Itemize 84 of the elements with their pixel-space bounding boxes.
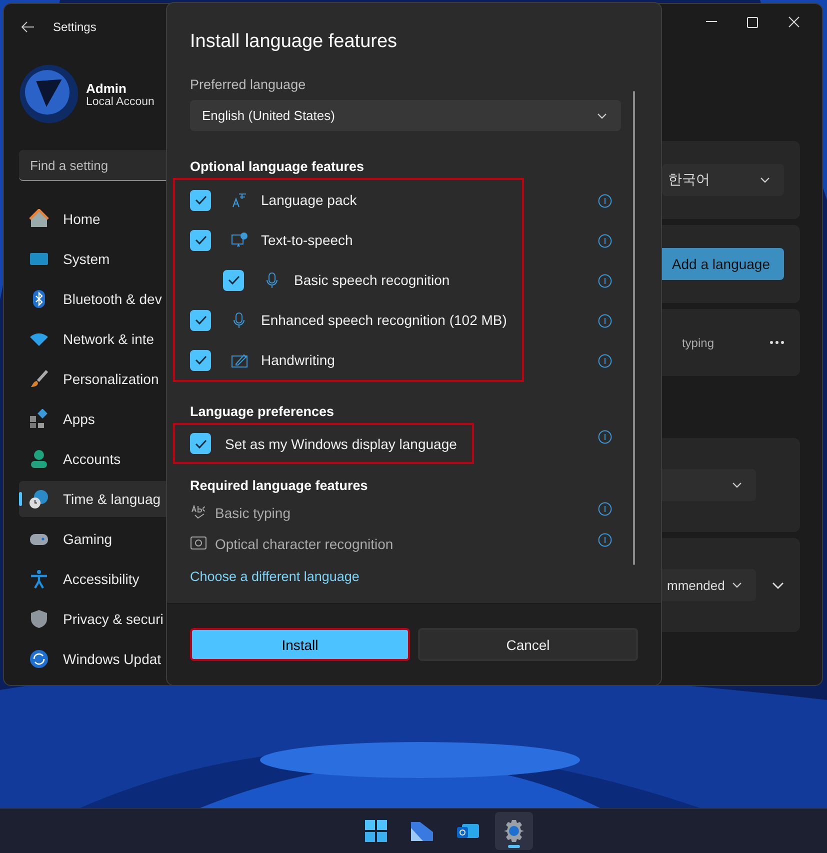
feature-label: Basic typing [215, 504, 290, 520]
section-heading: Optional language features [190, 159, 366, 174]
chevron-down-icon [597, 112, 607, 118]
expand-chevron-icon[interactable] [772, 582, 784, 588]
back-arrow-icon[interactable] [21, 21, 35, 33]
house-icon [29, 209, 49, 229]
nav-item[interactable]: Accessibility [19, 561, 167, 597]
chevron-down-icon [732, 582, 742, 588]
spell-check-icon [190, 505, 207, 520]
feature-label: Handwriting [261, 352, 335, 368]
feature-label: Text-to-speech [261, 232, 353, 248]
more-options-icon[interactable] [770, 341, 784, 344]
sync-icon [29, 649, 49, 669]
maximize-icon[interactable] [747, 16, 758, 28]
language-dropdown[interactable]: English (United States) [190, 100, 621, 131]
microphone-icon [233, 312, 245, 328]
info-icon[interactable] [598, 533, 612, 547]
info-icon[interactable] [598, 274, 612, 288]
scanner-icon [190, 536, 207, 551]
info-icon[interactable] [598, 502, 612, 516]
checkbox[interactable] [223, 270, 244, 290]
nav-item[interactable]: Time & languag [19, 481, 167, 517]
checkbox[interactable] [190, 190, 211, 210]
monitor-speaker-icon [230, 232, 248, 248]
dialog-title: Install language features [190, 31, 398, 53]
cancel-button[interactable]: Cancel [418, 628, 638, 661]
check-icon [194, 315, 206, 325]
minimize-icon[interactable] [706, 21, 717, 23]
nav-item[interactable]: Bluetooth & dev [19, 281, 167, 317]
feature-label: Basic speech recognition [294, 272, 450, 288]
nav-item[interactable]: Personalization [19, 361, 167, 397]
person-icon [29, 449, 49, 469]
chevron-down-icon [732, 482, 742, 488]
info-icon[interactable] [598, 354, 612, 368]
windows-logo-icon [364, 820, 386, 842]
check-icon [194, 195, 206, 205]
section-heading: Language preferences [190, 404, 336, 419]
pen-tablet-icon [230, 352, 248, 368]
microphone-icon [266, 272, 278, 288]
install-button[interactable]: Install [190, 628, 410, 661]
section-heading: Required language features [190, 478, 369, 493]
check-icon [194, 438, 206, 448]
nav-item[interactable]: Accounts [19, 441, 167, 477]
feature-label: Optical character recognition [215, 536, 394, 552]
user-name: Admin [86, 80, 128, 96]
field-label: Preferred language [190, 77, 307, 92]
info-icon[interactable] [598, 234, 612, 248]
nav-item[interactable]: Privacy & securi [19, 601, 167, 637]
nav-item[interactable]: System [19, 241, 167, 277]
check-icon [194, 355, 206, 365]
nav-item[interactable]: Windows Updat [19, 641, 167, 677]
feature-label: Language pack [261, 192, 357, 208]
nav-item[interactable]: Home [19, 201, 167, 237]
language-detail: typing [682, 336, 714, 350]
nav-item[interactable]: Apps [19, 401, 167, 437]
folder-icon [410, 820, 434, 842]
translate-icon [231, 192, 247, 208]
taskbar-icon[interactable] [494, 812, 532, 850]
account-type: Local Accoun [86, 96, 154, 108]
close-icon[interactable] [788, 16, 800, 28]
brush-icon [29, 369, 49, 389]
globe-clock-icon [29, 489, 49, 509]
check-icon [194, 235, 206, 245]
checkbox[interactable] [190, 350, 211, 370]
accessibility-icon [29, 569, 49, 589]
checkbox[interactable] [190, 433, 211, 454]
language-dropdown[interactable]: 한국어 [662, 164, 784, 196]
feature-label: Enhanced speech recognition (102 MB) [261, 312, 507, 328]
info-icon[interactable] [598, 194, 612, 208]
checkbox[interactable] [190, 310, 211, 330]
check-icon [228, 275, 240, 285]
nav-item[interactable]: Gaming [19, 521, 167, 557]
chevron-down-icon [760, 177, 770, 183]
avatar [19, 64, 79, 124]
info-icon[interactable] [598, 430, 612, 444]
option-label: Set as my Windows display language [225, 436, 457, 452]
mail-icon [456, 821, 480, 841]
checkbox[interactable] [190, 230, 211, 250]
shield-icon [29, 609, 49, 629]
different-language-link[interactable]: Choose a different language [190, 569, 360, 584]
info-icon[interactable] [598, 314, 612, 328]
nav-item[interactable]: Network & inte [19, 321, 167, 357]
window-title: Settings [53, 20, 96, 34]
apps-icon [29, 409, 49, 429]
